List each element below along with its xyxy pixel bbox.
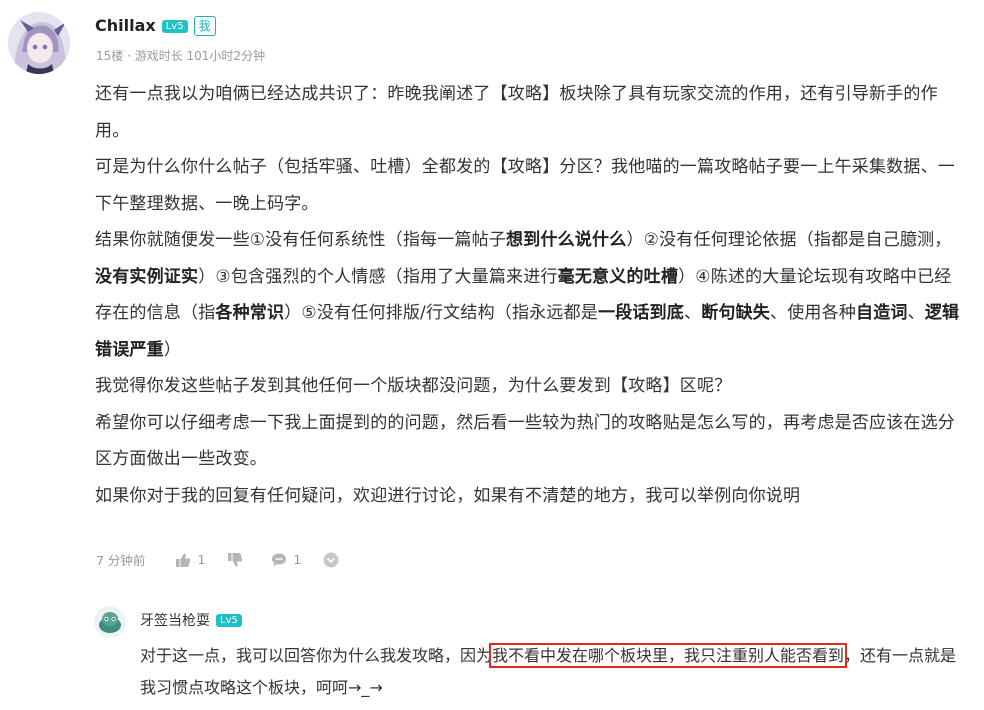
text-segment: 结果你就随便发一些①没有任何系统性（指每一篇帖子 — [95, 230, 507, 250]
text-segment: 我觉得你发这些帖子发到其他任何一个版块都没问题，为什么要发到【攻略】区呢？ — [95, 376, 732, 396]
username[interactable]: Chillax — [95, 16, 156, 35]
chevron-down-circle-icon — [323, 552, 339, 567]
comment-bubble-icon — [272, 553, 287, 566]
text-segment: ）②没有任何理论依据（指都是自己臆测， — [626, 230, 952, 250]
more-button[interactable] — [323, 552, 345, 568]
bold-text: 各种常识 — [215, 303, 285, 323]
reply-button[interactable]: 1 — [271, 552, 301, 568]
reply-count: 1 — [293, 552, 302, 567]
bold-text: 一段话到底 — [598, 303, 684, 323]
reply-username[interactable]: 牙签当枪耍 — [140, 613, 210, 629]
text-segment: 可是为什么你什么帖子（包括牢骚、吐槽）全都发的【攻略】分区？我他喵的一篇攻略帖子… — [95, 157, 955, 214]
user-avatar[interactable] — [8, 12, 70, 74]
reply-text-before: 对于这一点，我可以回答你为什么我发攻略，因为 — [140, 646, 493, 665]
bold-text: 毫无意义的吐槽 — [557, 266, 679, 287]
text-segment: ）⑤没有任何排版/行文结构（指永远都是 — [284, 303, 598, 323]
comment-paragraph: 希望你可以仔细考虑一下我上面提到的的问题，然后看一些较为热门的攻略贴是怎么写的，… — [95, 405, 967, 478]
like-button[interactable]: 1 — [175, 552, 205, 568]
bold-text: 自造词 — [856, 303, 908, 323]
comment-paragraph: 可是为什么你什么帖子（包括牢骚、吐槽）全都发的【攻略】分区？我他喵的一篇攻略帖子… — [95, 149, 967, 222]
thumbs-down-icon — [228, 552, 243, 566]
text-segment: ）③包含强烈的个人情感（指用了大量篇来进行 — [198, 266, 558, 287]
comment-body: 还有一点我以为咱俩已经达成共识了：昨晚我阐述了【攻略】板块除了具有玩家交流的作用… — [95, 76, 967, 514]
text-segment: 、 — [684, 303, 702, 323]
bold-text: 想到什么说什么 — [506, 230, 627, 250]
dislike-button[interactable] — [227, 552, 249, 568]
text-segment: 、 — [907, 303, 925, 323]
reply-body: 对于这一点，我可以回答你为什么我发攻略，因为我不看中发在哪个板块里，我只注重别人… — [140, 640, 972, 704]
comment-paragraph: 结果你就随便发一些①没有任何系统性（指每一篇帖子想到什么说什么）②没有任何理论依… — [95, 222, 967, 368]
me-tag: 我 — [193, 16, 216, 36]
comment-paragraph: 还有一点我以为咱俩已经达成共识了：昨晚我阐述了【攻略】板块除了具有玩家交流的作用… — [95, 76, 967, 149]
level-badge: Lv5 — [161, 20, 188, 33]
comment-paragraph: 我觉得你发这些帖子发到其他任何一个版块都没问题，为什么要发到【攻略】区呢？ — [95, 368, 967, 405]
comment-actions: 7 分钟前 1 1 — [96, 550, 367, 569]
highlighted-text: 我不看中发在哪个板块里，我只注重别人能否看到 — [489, 643, 848, 668]
text-segment: 还有一点我以为咱俩已经达成共识了：昨晚我阐述了【攻略】板块除了具有玩家交流的作用… — [95, 84, 938, 141]
reply-level-badge: Lv5 — [216, 614, 242, 627]
comment-meta: 15楼 · 游戏时长 101小时2分钟 — [96, 49, 266, 63]
text-segment: 希望你可以仔细考虑一下我上面提到的的问题，然后看一些较为热门的攻略贴是怎么写的，… — [95, 412, 955, 470]
reply-header: 牙签当枪耍 Lv5 — [140, 610, 242, 630]
bold-text: 没有实例证实 — [95, 266, 199, 287]
like-count: 1 — [197, 552, 206, 567]
text-segment: ） — [163, 339, 182, 360]
text-segment: 、使用各种 — [770, 303, 857, 323]
comment-time: 7 分钟前 — [96, 553, 146, 568]
bold-text: 断句缺失 — [701, 303, 771, 323]
thumbs-up-icon — [176, 553, 191, 567]
text-segment: 如果你对于我的回复有任何疑问，欢迎进行讨论，如果有不清楚的地方，我可以举例向你说… — [95, 485, 801, 506]
comment-paragraph: 如果你对于我的回复有任何疑问，欢迎进行讨论，如果有不清楚的地方，我可以举例向你说… — [95, 478, 967, 515]
reply-avatar[interactable] — [94, 606, 126, 638]
comment-header: Chillax Lv5 我 — [95, 16, 216, 36]
